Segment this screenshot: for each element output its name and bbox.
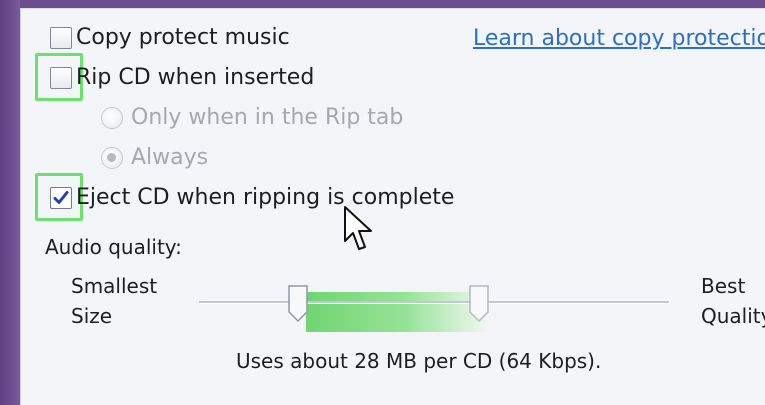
copy-protect-label: Copy protect music: [76, 25, 290, 50]
audio-quality-slider-track[interactable]: [199, 301, 669, 304]
rip-only-in-tab-radio[interactable]: [101, 106, 123, 129]
rip-only-in-tab-label: Only when in the Rip tab: [131, 105, 404, 130]
slider-max-label-line1: Best: [701, 274, 746, 298]
audio-quality-note: Uses about 28 MB per CD (64 Kbps).: [236, 349, 602, 373]
arrow-cursor-icon: [344, 206, 372, 250]
rip-always-option[interactable]: Always: [101, 145, 208, 170]
rip-only-in-tab-option[interactable]: Only when in the Rip tab: [101, 105, 403, 130]
rip-always-label: Always: [131, 145, 209, 170]
audio-quality-slider-marker: [469, 285, 489, 323]
audio-quality-slider-thumb[interactable]: [287, 284, 309, 324]
slider-min-label-line2: Size: [71, 304, 113, 328]
rip-cd-label: Rip CD when inserted: [76, 65, 315, 90]
eject-cd-checkbox[interactable]: [50, 186, 72, 209]
rip-cd-option[interactable]: Rip CD when inserted: [50, 65, 314, 90]
slider-max-label-line2: Quality: [701, 304, 765, 328]
rip-settings-panel: Copy protect music Learn about copy prot…: [20, 8, 765, 405]
rip-always-radio[interactable]: [101, 146, 123, 169]
audio-quality-range: [306, 292, 486, 332]
checkmark-icon: [53, 190, 69, 204]
eject-cd-option[interactable]: Eject CD when ripping is complete: [50, 185, 454, 210]
slider-min-label-line1: Smallest: [71, 274, 158, 298]
copy-protect-option[interactable]: Copy protect music: [50, 25, 290, 50]
audio-quality-label: Audio quality:: [45, 235, 182, 259]
rip-cd-checkbox[interactable]: [50, 66, 72, 89]
window-frame: [0, 0, 20, 405]
learn-copy-protection-link[interactable]: Learn about copy protection: [473, 26, 765, 51]
eject-cd-label: Eject CD when ripping is complete: [76, 185, 455, 210]
copy-protect-checkbox[interactable]: [50, 26, 72, 49]
